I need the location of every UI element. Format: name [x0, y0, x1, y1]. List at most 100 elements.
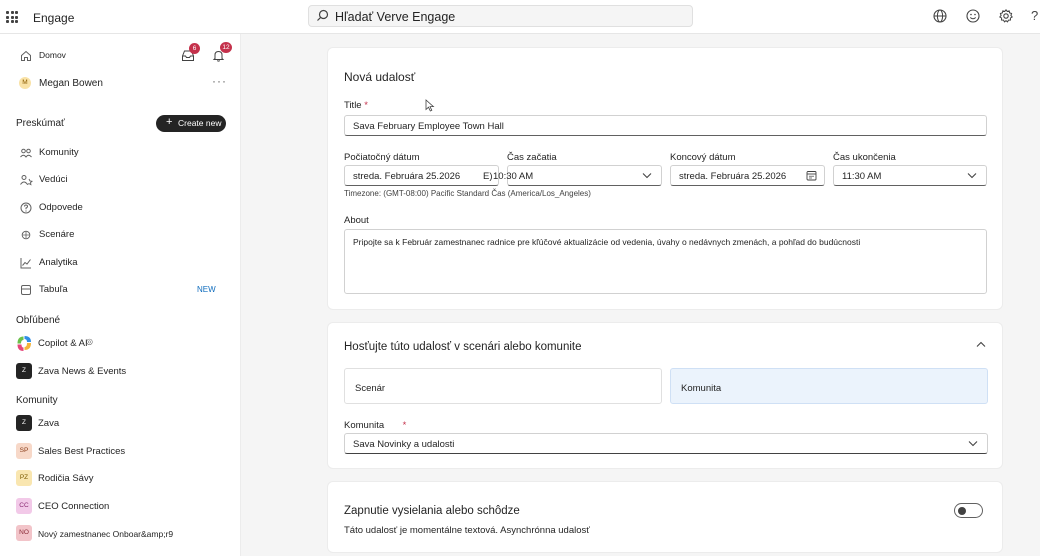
title-input[interactable]: Sava February Employee Town Hall	[344, 115, 987, 136]
community-avatar: NO	[16, 525, 32, 541]
community-option[interactable]: Komunita	[670, 368, 988, 404]
inbox-badge: 6	[189, 43, 200, 54]
app-launcher-icon[interactable]	[6, 11, 18, 23]
sidebar-item-answers[interactable]: Odpovede	[0, 197, 241, 219]
end-date-value: streda. Februára 25.2026	[679, 171, 787, 182]
storyline-option-label: Scenár	[355, 383, 386, 394]
chevron-down-icon	[642, 173, 652, 179]
sidebar-item-communities[interactable]: Komunity	[0, 142, 241, 164]
feedback-smiley-icon[interactable]	[965, 8, 981, 24]
sidebar-item-label: Tabuľa	[39, 284, 68, 295]
about-label: About	[344, 215, 369, 226]
community-avatar: CC	[16, 498, 32, 514]
timezone-text: Timezone: (GMT-08:00) Pacific Standard Č…	[344, 189, 591, 198]
mouse-cursor-icon	[425, 99, 435, 112]
broadcast-card: Zapnutie vysielania alebo schôdze Táto u…	[327, 481, 1003, 553]
host-heading: Hosťujte túto udalosť v scenári alebo ko…	[344, 341, 582, 353]
communities-label: Komunity	[16, 395, 58, 406]
favorite-label: Zava News & Events	[38, 366, 127, 377]
community-avatar: Z	[16, 415, 32, 431]
community-item[interactable]: SP Sales Best Practices	[0, 441, 241, 463]
sidebar-item-storylines[interactable]: Scenáre	[0, 224, 241, 246]
copilot-logo-icon	[17, 336, 31, 351]
leaders-icon	[20, 175, 33, 186]
sidebar-item-label: Odpovede	[39, 202, 83, 213]
community-item[interactable]: CC CEO Connection	[0, 496, 241, 518]
gear-icon[interactable]	[998, 8, 1014, 24]
create-new-button[interactable]: + Create new	[156, 115, 226, 132]
community-item[interactable]: Z Zava	[0, 413, 241, 435]
end-date-input[interactable]: streda. Februára 25.2026	[670, 165, 825, 186]
favorite-item[interactable]: Z Zava News & Events	[0, 361, 241, 383]
user-name: Megan Bowen	[39, 78, 103, 89]
start-date-value: streda. Februára 25.2026	[353, 171, 461, 182]
chevron-up-icon[interactable]	[976, 341, 986, 348]
create-new-label: Create new	[178, 118, 222, 128]
community-label: Komunita *	[344, 420, 407, 431]
app-name[interactable]: Engage	[33, 11, 74, 25]
favorite-label: Copilot & AI	[38, 338, 88, 349]
toggle-knob	[958, 506, 966, 515]
community-item[interactable]: NO Nový zamestnanec Onboar&amp;r9	[0, 523, 241, 545]
sidebar-item-label: Analytika	[39, 257, 78, 268]
community-label: Zava	[38, 418, 60, 429]
board-icon	[21, 285, 31, 295]
explore-label: Preskúmať	[16, 118, 65, 129]
sidebar-item-board[interactable]: Tabuľa NEW	[0, 279, 241, 301]
start-date-input[interactable]: streda. Februára 25.2026	[344, 165, 499, 186]
home-icon	[21, 50, 31, 61]
help-icon[interactable]: ?	[1031, 8, 1038, 23]
community-label: Nový zamestnanec Onboar&amp;r9	[38, 529, 174, 539]
sidebar-item-label: Vedúci	[39, 174, 68, 185]
sidebar-item-home[interactable]: Domov	[0, 45, 241, 67]
user-avatar: M	[19, 77, 31, 89]
start-time-label: Čas začatia	[507, 152, 557, 163]
globe-icon[interactable]	[932, 8, 948, 24]
end-date-label: Koncový dátum	[670, 152, 736, 163]
community-avatar: SP	[16, 443, 32, 459]
new-badge: NEW	[197, 285, 216, 294]
title-value: Sava February Employee Town Hall	[353, 121, 504, 132]
search-placeholder: Hľadať Verve Engage	[335, 10, 456, 24]
community-item[interactable]: PZ Rodičia Sávy	[0, 468, 241, 490]
start-date-label: Počiatočný dátum	[344, 152, 420, 163]
community-label: CEO Connection	[38, 501, 110, 512]
storylines-icon	[21, 230, 31, 240]
about-value: Pripojte sa k Február zamestnanec radnic…	[353, 237, 861, 247]
answers-icon	[20, 202, 32, 214]
top-bar: Engage Hľadať Verve Engage ?	[0, 0, 1040, 34]
community-option-label: Komunita	[681, 383, 722, 394]
favorite-item[interactable]: Copilot & AI ◎	[0, 333, 241, 355]
sidebar-user[interactable]: M Megan Bowen ···	[0, 73, 241, 95]
calendar-icon[interactable]	[806, 170, 817, 181]
more-options-icon[interactable]: ···	[212, 74, 227, 88]
end-time-select[interactable]: 11:30 AM	[833, 165, 987, 186]
communities-icon	[20, 148, 32, 158]
event-details-card: Nová udalosť Title * Sava February Emplo…	[327, 47, 1003, 310]
community-avatar: PZ	[16, 470, 32, 486]
start-time-select[interactable]: E) 10:30 AM	[481, 165, 662, 186]
end-time-value: 11:30 AM	[842, 171, 882, 182]
host-card: Hosťujte túto udalosť v scenári alebo ko…	[327, 322, 1003, 469]
plus-icon: +	[166, 116, 173, 128]
sidebar-item-leaders[interactable]: Vedúci	[0, 169, 241, 191]
favorites-label: Obľúbené	[16, 315, 61, 326]
home-label: Domov	[39, 50, 66, 60]
storyline-option[interactable]: Scenár	[344, 368, 662, 404]
sidebar-item-label: Scenáre	[39, 229, 75, 240]
community-label: Rodičia Sávy	[38, 473, 94, 484]
zava-logo: Z	[16, 363, 32, 379]
broadcast-toggle[interactable]	[954, 503, 983, 518]
search-icon	[317, 9, 329, 21]
community-select[interactable]: Sava Novinky a udalosti	[344, 433, 988, 454]
sidebar-item-analytics[interactable]: Analytika	[0, 252, 241, 274]
broadcast-description: Táto udalosť je momentálne textová. Asyn…	[344, 525, 590, 536]
chevron-down-icon	[967, 173, 977, 179]
community-label: Sales Best Practices	[38, 446, 126, 457]
search-box[interactable]: Hľadať Verve Engage	[308, 5, 693, 27]
about-textarea[interactable]: Pripojte sa k Február zamestnanec radnic…	[344, 229, 987, 294]
verified-icon: ◎	[86, 337, 93, 346]
end-time-label: Čas ukončenia	[833, 152, 896, 163]
sidebar-item-label: Komunity	[39, 147, 79, 158]
community-value: Sava Novinky a udalosti	[353, 439, 455, 450]
